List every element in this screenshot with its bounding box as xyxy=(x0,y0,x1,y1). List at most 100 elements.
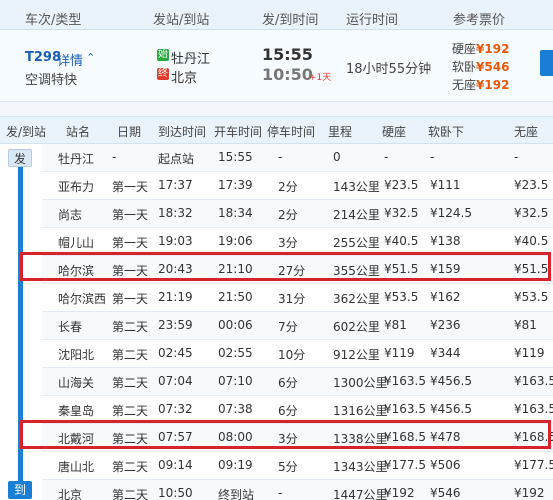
stop-cell: 2分 xyxy=(278,208,298,222)
stop-cell: 亚布力 xyxy=(58,180,95,194)
stop-cell: 2分 xyxy=(278,180,298,194)
header-cell: 软卧下 xyxy=(428,125,465,139)
end-station-badge: 终 xyxy=(157,68,169,80)
stop-cell: ¥119 xyxy=(384,346,415,360)
stop-cell: ¥40.5 xyxy=(384,234,419,248)
train-number-link[interactable]: T298 xyxy=(25,50,61,65)
arrival-time: 10:50 xyxy=(262,65,313,84)
stop-cell: 帽儿山 xyxy=(58,236,95,250)
stop-cell: 143公里 xyxy=(333,180,380,194)
stop-cell: 362公里 xyxy=(333,292,380,306)
stop-cell: 第一天 xyxy=(112,180,149,194)
from-station: 牡丹江 xyxy=(171,52,211,67)
stop-cell: 第二天 xyxy=(112,460,149,474)
stop-cell: 尚志 xyxy=(58,208,83,222)
chevron-up-icon[interactable]: ⌃ xyxy=(86,51,95,64)
stop-cell: ¥456.5 xyxy=(430,402,472,416)
fare-item: 软卧¥546 xyxy=(452,58,509,75)
result-table-header: 车次/类型 发站/到站 发/到时间 运行时间 参考票价 xyxy=(0,0,553,30)
stop-cell: ¥192 xyxy=(514,486,545,500)
stop-cell: 21:50 xyxy=(218,290,253,304)
stop-cell: 10分 xyxy=(278,348,306,362)
header-cell: 发/到站 xyxy=(6,125,47,139)
train-summary-row[interactable]: T298 详情 ⌃ 空调特快 始 牡丹江 终 北京 15:55 10:50 +1… xyxy=(0,30,553,102)
stop-cell: 秦皇岛 xyxy=(58,404,95,418)
stop-cell: ¥40.5 xyxy=(514,234,549,248)
stop-cell: ¥506 xyxy=(430,458,461,472)
stop-cell: ¥23.5 xyxy=(514,178,549,192)
stop-cell: 21:19 xyxy=(158,290,193,304)
stop-cell: 17:37 xyxy=(158,178,193,192)
stop-cell: 沈阳北 xyxy=(58,348,95,362)
stop-cell: 唐山北 xyxy=(58,460,95,474)
header-cell: 开车时间 xyxy=(214,125,263,139)
stop-cell: 6分 xyxy=(278,376,298,390)
stop-cell: ¥344 xyxy=(430,346,461,360)
stop-row: 哈尔滨西 第一天 21:19 21:50 31分 362公里 ¥53.5 ¥162 ¥53.5 xyxy=(42,284,553,312)
stop-cell: ¥124.5 xyxy=(430,206,472,220)
stop-cell: 00:06 xyxy=(218,318,253,332)
stop-cell: ¥53.5 xyxy=(384,290,419,304)
header-cell: 里程 xyxy=(328,125,353,139)
header-cell: 硬座 xyxy=(382,125,407,139)
stop-cell: 02:45 xyxy=(158,346,193,360)
stop-cell: 7分 xyxy=(278,320,298,334)
stop-cell: 第一天 xyxy=(112,292,149,306)
stop-cell: - xyxy=(430,150,435,164)
depart-tag: 发 xyxy=(8,149,32,167)
fare-price: ¥192 xyxy=(476,78,510,92)
stop-cell: 山海关 xyxy=(58,376,95,390)
header-cell: 站名 xyxy=(66,125,91,139)
stop-cell: 第一天 xyxy=(112,236,149,250)
stop-cell: 6分 xyxy=(278,404,298,418)
stop-cell: 31分 xyxy=(278,292,306,306)
stop-cell: ¥32.5 xyxy=(514,206,549,220)
stop-table-header: 发/到站 站名 日期 到达时间 开车时间 停车时间 里程 硬座 软卧下 无座 xyxy=(0,116,553,144)
stop-cell: 哈尔滨西 xyxy=(58,292,107,306)
stop-cell: 10:50 xyxy=(158,486,193,500)
fare-item: 无座¥192 xyxy=(452,76,509,93)
stop-cell: 终到站 xyxy=(218,488,255,500)
stop-cell: ¥138 xyxy=(430,234,461,248)
stop-row: 尚志 第一天 18:32 18:34 2分 214公里 ¥32.5 ¥124.5 ¥32.5 xyxy=(42,200,553,228)
highlight-box-harbin xyxy=(20,252,551,281)
book-button[interactable] xyxy=(540,50,553,76)
stop-cell: 18:32 xyxy=(158,206,193,220)
fare-label: 软卧 xyxy=(452,60,477,74)
stop-cell: ¥81 xyxy=(384,318,407,332)
stop-cell: 23:59 xyxy=(158,318,193,332)
highlight-box-beidaihe xyxy=(20,420,551,449)
stop-cell: ¥163.5 xyxy=(514,402,553,416)
train-type: 空调特快 xyxy=(25,73,78,88)
stop-cell: ¥119 xyxy=(514,346,545,360)
header-cell: 无座 xyxy=(514,125,539,139)
detail-toggle-link[interactable]: 详情 xyxy=(57,50,83,69)
stop-cell: ¥163.5 xyxy=(384,374,426,388)
header-cell: 停车时间 xyxy=(267,125,316,139)
stop-cell: ¥456.5 xyxy=(430,374,472,388)
stop-cell: ¥236 xyxy=(430,318,461,332)
stop-cell: 北京 xyxy=(58,488,83,500)
stop-cell: 602公里 xyxy=(333,320,380,334)
stop-cell: 第二天 xyxy=(112,348,149,362)
stop-cell: ¥177.5 xyxy=(384,458,426,472)
stop-row: 北京 第二天 10:50 终到站 -1447公里 ¥192 ¥546 ¥192 xyxy=(42,480,553,500)
day-offset-badge: +1天 xyxy=(309,73,332,83)
stop-cell: 255公里 xyxy=(333,236,380,250)
stop-cell: 19:06 xyxy=(218,234,253,248)
stop-cell: 18:34 xyxy=(218,206,253,220)
time-column-header: 发/到时间 xyxy=(262,13,319,28)
fare-price: ¥192 xyxy=(476,42,510,56)
stop-cell: ¥177.5 xyxy=(514,458,553,472)
stop-cell: 07:32 xyxy=(158,402,193,416)
duration-column-header: 运行时间 xyxy=(346,13,399,28)
stop-cell: 牡丹江 xyxy=(58,152,95,166)
stop-row: 唐山北 第二天 09:14 09:19 5分 1343公里 ¥177.5 ¥506 ¥177.5 xyxy=(42,452,553,480)
stop-cell: ¥111 xyxy=(430,178,461,192)
stop-cell: ¥163.5 xyxy=(514,374,553,388)
price-column-header: 参考票价 xyxy=(453,13,506,28)
stop-cell: ¥81 xyxy=(514,318,537,332)
stop-cell: 07:38 xyxy=(218,402,253,416)
start-station-badge: 始 xyxy=(157,49,169,61)
stop-cell: - xyxy=(384,150,389,164)
